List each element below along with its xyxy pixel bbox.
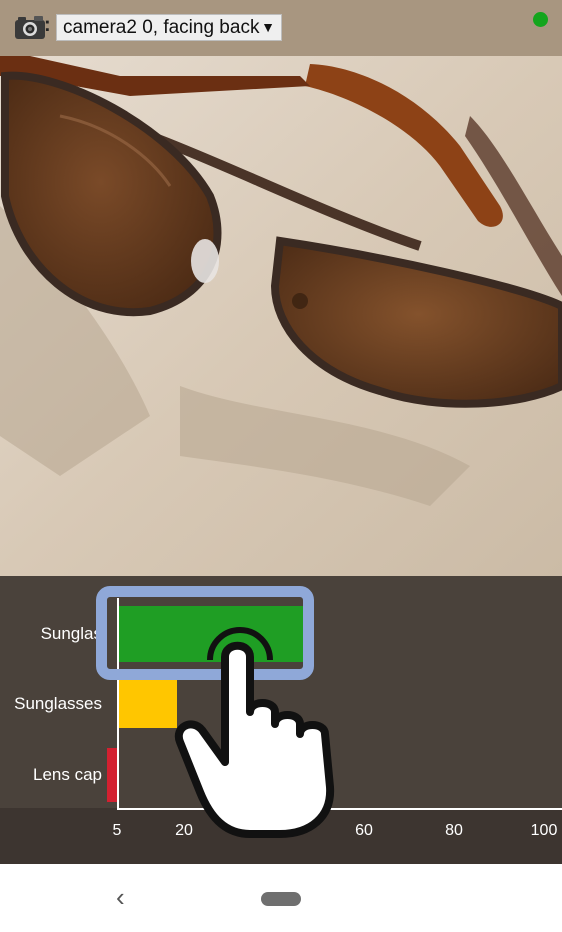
camera-select-value: camera2 0, facing back	[63, 17, 260, 38]
x-tick-label: 5	[112, 822, 122, 839]
status-indicator	[533, 12, 548, 27]
confidence-bar[interactable]	[107, 748, 117, 802]
pointing-hand-icon	[174, 627, 335, 838]
camera-preview[interactable]	[0, 56, 562, 576]
home-pill-button[interactable]	[261, 892, 301, 906]
bar-label: Sunglasses	[14, 694, 102, 713]
confidence-bar[interactable]	[119, 680, 177, 728]
x-tick-label: 80	[445, 822, 463, 839]
camera-select[interactable]: camera2 0, facing back ▼	[56, 14, 282, 41]
system-nav-bar: ‹	[0, 864, 562, 932]
bar-label: Lens cap	[33, 765, 102, 784]
camera-icon	[15, 16, 45, 39]
camera-label-separator: :	[44, 14, 51, 36]
x-tick-label: 100	[530, 822, 558, 839]
preview-image-sunglasses	[0, 56, 562, 576]
back-icon[interactable]: ‹	[116, 882, 125, 913]
bar-label: Sunglas	[40, 624, 102, 643]
camera-toolbar: : camera2 0, facing back ▼	[0, 0, 562, 56]
chevron-down-icon: ▼	[261, 19, 275, 35]
